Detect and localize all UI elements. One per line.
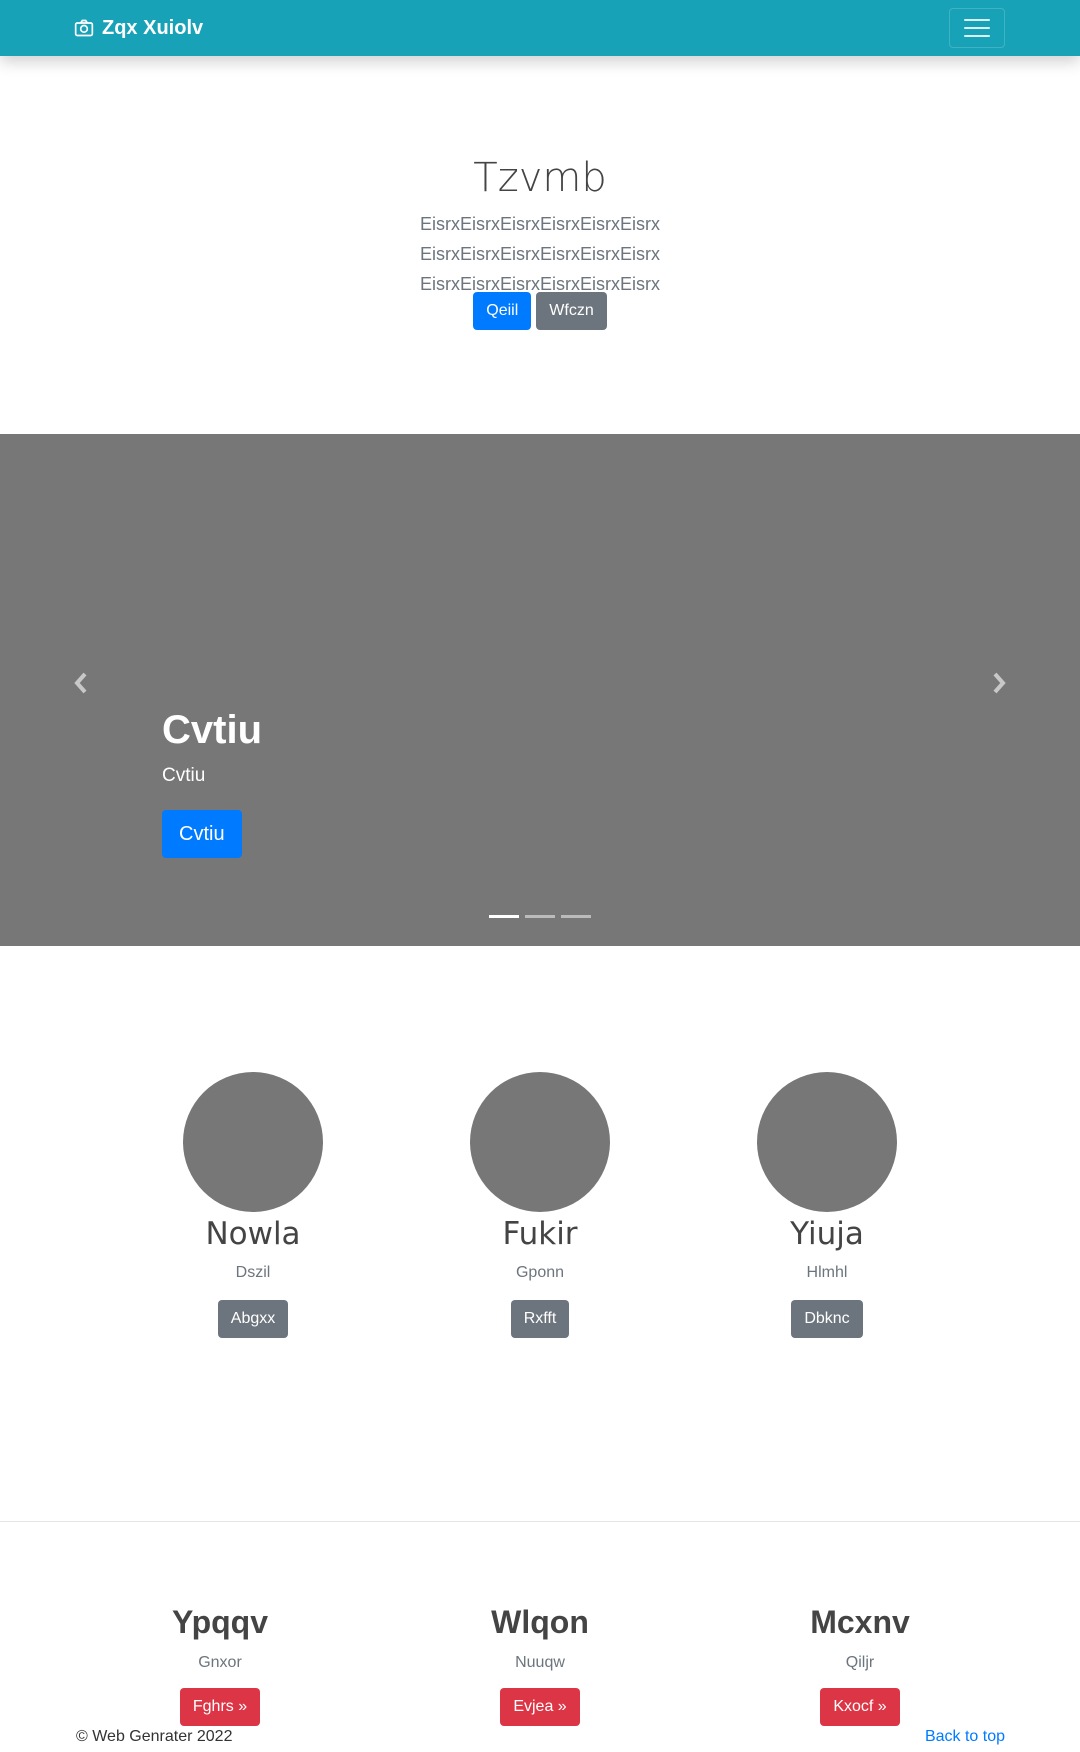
feature-image-placeholder [757,1072,897,1212]
feature-text: Gponn [515,1264,565,1281]
hero-lead-text: EisrxEisrxEisrxEisrxEisrxEisrx EisrxEisr… [420,214,660,294]
feature-image-placeholder [470,1072,610,1212]
hero-buttons: Qeiil Wfczn [0,292,1080,330]
feature-button[interactable]: Dbknc [791,1300,863,1338]
chevron-left-icon [74,672,87,694]
navbar: Zqx Xuiolv [0,0,1080,56]
bottom-text: Qiljr [845,1654,875,1671]
section-divider [0,1521,1080,1522]
feature-button[interactable]: Rxfft [510,1300,570,1338]
camera-icon [74,19,94,37]
hero-secondary-button[interactable]: Wfczn [536,292,607,330]
chevron-right-icon [993,672,1006,694]
carousel-indicator-1[interactable] [489,915,519,918]
bottom-button[interactable]: Kxocf » [820,1688,900,1726]
carousel-next-button[interactable] [984,668,1014,698]
feature-button[interactable]: Abgxx [217,1300,289,1338]
feature-title: Fukir [502,1216,578,1252]
carousel-caption-button[interactable]: Cvtiu [162,810,242,858]
brand-name: Zqx Xuiolv [102,16,204,39]
feature-title: Yiuja [790,1216,864,1252]
feature-image-placeholder [183,1072,323,1212]
carousel-prev-button[interactable] [66,668,96,698]
feature-column: Fukir Gponn Rxfft [440,1072,640,1338]
brand-link[interactable]: Zqx Xuiolv [74,0,203,56]
bottom-title: Mcxnv [810,1604,910,1640]
bottom-text: Nuuqw [515,1654,565,1671]
carousel-indicator-3[interactable] [561,915,591,918]
feature-column: Nowla Dszil Abgxx [153,1072,353,1338]
footer-copyright: © Web Genrater 2022 [76,1728,233,1745]
hero-primary-button[interactable]: Qeiil [473,292,532,330]
bottom-title: Wlqon [491,1604,589,1640]
bottom-button[interactable]: Evjea » [500,1688,580,1726]
feature-column: Yiuja Hlmhl Dbknc [727,1072,927,1338]
back-to-top-link[interactable]: Back to top [925,1728,1005,1746]
carousel-indicators [0,915,1080,918]
bottom-text: Gnxor [198,1654,242,1671]
bottom-button[interactable]: Fghrs » [179,1688,261,1726]
navbar-toggler-button[interactable] [949,8,1005,48]
hero-title: Tzvmb [473,155,607,201]
bottom-column: Wlqon Nuuqw Evjea » [430,1600,650,1726]
bottom-column: Ypqqv Gnxor Fghrs » [110,1600,330,1726]
bottom-column: Mcxnv Qiljr Kxocf » [750,1600,970,1726]
carousel-indicator-2[interactable] [525,915,555,918]
hero-section: Tzvmb EisrxEisrxEisrxEisrxEisrxEisrx Eis… [0,56,1080,434]
feature-text: Hlmhl [806,1264,848,1281]
hamburger-menu-icon [964,19,990,21]
feature-title: Nowla [205,1216,301,1252]
carousel: Cvtiu Cvtiu Cvtiu [0,434,1080,946]
bottom-title: Ypqqv [171,1604,268,1640]
carousel-caption-text: Cvtiu [162,765,206,786]
carousel-caption-title: Cvtiu [162,708,262,752]
feature-text: Dszil [235,1264,271,1281]
